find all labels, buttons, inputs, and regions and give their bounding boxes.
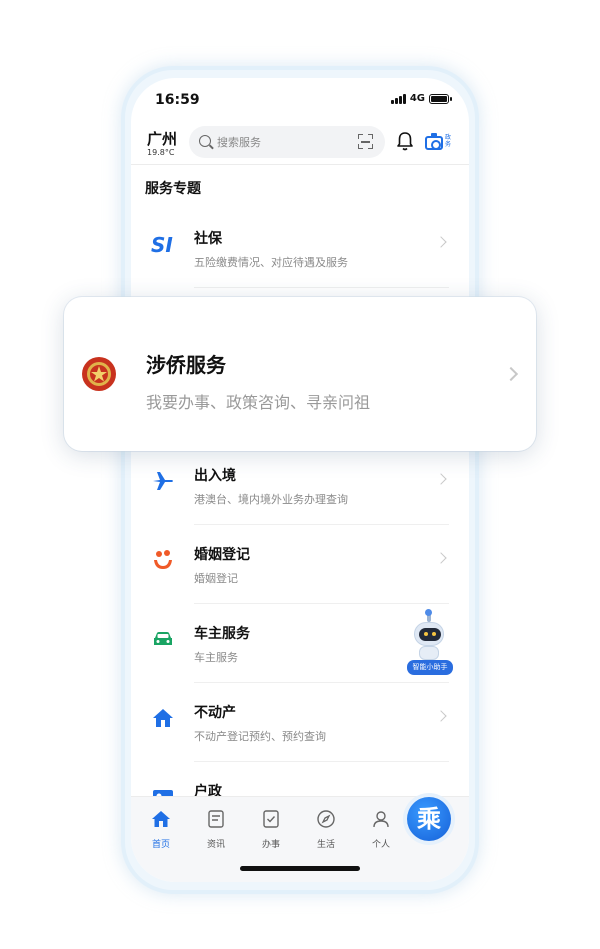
overseas-chinese-service-card[interactable]: 涉侨服务 我要办事、政策咨询、寻亲问祖	[64, 297, 536, 451]
scan-icon[interactable]	[358, 134, 373, 149]
overseas-chinese-emblem-icon	[82, 357, 116, 391]
car-icon	[154, 632, 172, 645]
chevron-right-icon	[435, 473, 447, 485]
nav-label: 办事	[261, 840, 280, 850]
service-title: 出入境	[194, 468, 236, 484]
service-item-exit-entry[interactable]: 出入境 港澳台、境内境外业务办理查询	[131, 445, 469, 525]
nav-personal[interactable]: 个人	[361, 809, 401, 850]
phone-screen: 16:59 4G 广州 19.8°C 搜索服务 政务 服务专题 SI 社保 五险…	[131, 78, 469, 882]
airplane-icon	[153, 472, 173, 490]
service-item-real-estate[interactable]: 不动产 不动产登记预约、预约查询	[131, 682, 469, 762]
assistant-label: 智能小助手	[407, 660, 453, 675]
robot-icon	[414, 622, 444, 646]
si-logo-icon: SI	[151, 233, 173, 256]
service-subtitle: 五险缴费情况、对应待遇及服务	[194, 256, 348, 269]
news-icon	[208, 810, 224, 828]
nav-home[interactable]: 首页	[141, 809, 181, 850]
service-subtitle: 港澳台、境内境外业务办理查询	[194, 493, 348, 506]
card-title: 涉侨服务	[146, 353, 226, 377]
camera-button[interactable]: 政务	[425, 132, 457, 154]
service-title: 社保	[194, 231, 222, 247]
marriage-icon	[154, 550, 172, 569]
header-divider	[131, 164, 469, 165]
temperature: 19.8°C	[147, 148, 175, 157]
signal-icon	[390, 93, 406, 104]
service-item-marriage[interactable]: 婚姻登记 婚姻登记	[131, 524, 469, 604]
service-title: 婚姻登记	[194, 547, 250, 563]
service-assistant-fab[interactable]: 乘	[407, 797, 451, 841]
chevron-right-icon	[435, 552, 447, 564]
battery-icon	[429, 93, 452, 104]
camera-label: 政务	[445, 134, 452, 148]
service-title: 车主服务	[194, 626, 250, 642]
person-icon	[373, 811, 389, 828]
nav-label: 首页	[151, 840, 170, 850]
item-divider	[194, 287, 449, 288]
nav-label: 资讯	[206, 840, 225, 850]
nav-tasks[interactable]: 办事	[251, 809, 291, 850]
nav-news[interactable]: 资讯	[196, 809, 236, 850]
service-title: 不动产	[194, 705, 236, 721]
smart-assistant-button[interactable]: 智能小助手	[406, 609, 454, 678]
bell-icon[interactable]	[395, 130, 415, 152]
card-subtitle: 我要办事、政策咨询、寻亲问祖	[146, 393, 371, 412]
compass-icon	[317, 810, 335, 828]
network-type: 4G	[409, 93, 425, 104]
search-icon	[199, 135, 211, 147]
chevron-right-icon	[435, 236, 447, 248]
section-title: 服务专题	[145, 181, 201, 197]
camera-icon	[425, 133, 443, 150]
home-icon	[152, 811, 170, 827]
house-icon	[153, 709, 173, 727]
status-bar: 16:59 4G	[131, 78, 469, 124]
search-placeholder: 搜索服务	[217, 136, 261, 149]
nav-life[interactable]: 生活	[306, 809, 346, 850]
nav-label: 生活	[316, 840, 335, 850]
service-subtitle: 不动产登记预约、预约查询	[194, 730, 326, 743]
chevron-right-icon	[435, 710, 447, 722]
robot-body	[419, 646, 439, 660]
top-header: 广州 19.8°C 搜索服务 政务	[131, 124, 469, 164]
home-indicator	[240, 866, 360, 871]
task-icon	[263, 810, 279, 828]
service-item-social-security[interactable]: SI 社保 五险缴费情况、对应待遇及服务	[131, 208, 469, 288]
robot-antenna	[425, 609, 432, 622]
status-time: 16:59	[155, 92, 200, 108]
nav-label: 个人	[371, 840, 390, 850]
service-subtitle: 婚姻登记	[194, 572, 238, 585]
svg-text:SI: SI	[151, 233, 173, 256]
chevron-right-icon	[503, 366, 519, 382]
city-selector[interactable]: 广州	[147, 128, 177, 149]
search-input[interactable]: 搜索服务	[189, 126, 385, 158]
service-subtitle: 车主服务	[194, 651, 238, 664]
